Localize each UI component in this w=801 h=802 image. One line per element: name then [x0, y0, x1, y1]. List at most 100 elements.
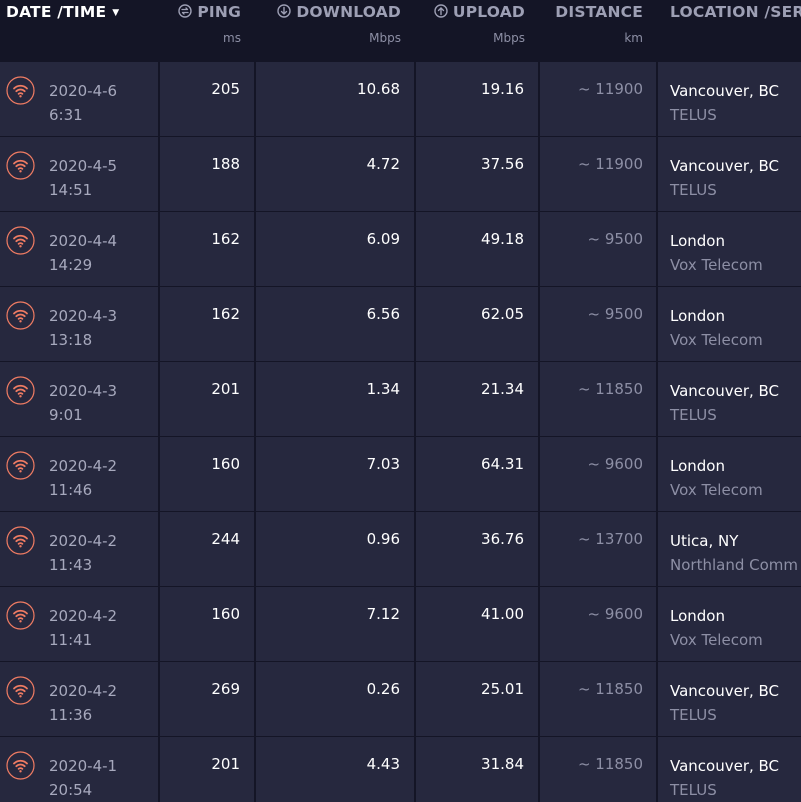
column-divider [414, 587, 416, 661]
location-cell: Vancouver, BC TELUS [670, 379, 779, 427]
row-ping: 188 [211, 155, 240, 173]
date-time-cell: 2020-4-1 20:54 [49, 754, 117, 802]
wifi-icon [6, 76, 35, 105]
column-divider [254, 137, 256, 211]
table-header: DATE /TIME ▼ PING ms DOWNLOAD Mbps UPLOA… [0, 0, 801, 61]
column-divider [656, 587, 658, 661]
row-download: 0.26 [366, 680, 400, 698]
row-city: Vancouver, BC [670, 757, 780, 775]
wifi-icon [6, 301, 35, 330]
row-download: 7.03 [366, 455, 400, 473]
column-divider [414, 437, 416, 511]
row-download: 7.12 [366, 605, 400, 623]
column-header-distance[interactable]: DISTANCE km [540, 0, 658, 61]
column-divider [254, 62, 256, 136]
row-distance: ~ 11850 [577, 680, 643, 698]
row-upload: 62.05 [481, 305, 524, 323]
date-time-cell: 2020-4-3 9:01 [49, 379, 117, 427]
column-divider [414, 662, 416, 736]
date-time-cell: 2020-4-6 6:31 [49, 79, 117, 127]
column-divider [254, 737, 256, 802]
wifi-icon [6, 226, 35, 255]
column-header-download[interactable]: DOWNLOAD Mbps [256, 0, 416, 61]
row-ping: 269 [211, 680, 240, 698]
row-distance: ~ 11900 [577, 155, 643, 173]
row-ping: 160 [211, 455, 240, 473]
wifi-icon [6, 676, 35, 705]
column-divider [158, 737, 160, 802]
row-distance: ~ 9500 [587, 305, 643, 323]
column-divider [158, 437, 160, 511]
column-header-date-time[interactable]: DATE /TIME ▼ [0, 0, 160, 61]
row-date: 2020-4-2 [49, 607, 118, 625]
ping-unit: ms [223, 31, 241, 45]
location-cell: Vancouver, BC TELUS [670, 79, 779, 127]
column-divider [656, 362, 658, 436]
date-time-cell: 2020-4-2 11:46 [49, 454, 117, 502]
column-divider [254, 212, 256, 286]
row-city: Vancouver, BC [670, 682, 780, 700]
column-divider [414, 362, 416, 436]
table-row[interactable]: 2020-4-2 11:43 244 0.96 36.76 ~ 13700 Ut… [0, 512, 801, 586]
table-row[interactable]: 2020-4-6 6:31 205 10.68 19.16 ~ 11900 Va… [0, 62, 801, 136]
row-isp: Vox Telecom [670, 631, 763, 649]
column-divider [414, 212, 416, 286]
column-divider [538, 62, 540, 136]
row-upload: 31.84 [481, 755, 524, 773]
row-upload: 49.18 [481, 230, 524, 248]
table-row[interactable]: 2020-4-2 11:41 160 7.12 41.00 ~ 9600 Lon… [0, 587, 801, 661]
row-time: 20:54 [49, 781, 93, 799]
sort-desc-icon[interactable]: ▼ [112, 8, 119, 18]
column-divider [538, 287, 540, 361]
column-header-ping[interactable]: PING ms [160, 0, 256, 61]
column-divider [158, 62, 160, 136]
date-time-header-label: DATE /TIME [6, 3, 107, 21]
column-divider [414, 512, 416, 586]
row-isp: TELUS [670, 781, 717, 799]
row-date: 2020-4-5 [49, 157, 118, 175]
row-city: Vancouver, BC [670, 157, 780, 175]
row-distance: ~ 11850 [577, 380, 643, 398]
table-row[interactable]: 2020-4-3 9:01 201 1.34 21.34 ~ 11850 Van… [0, 362, 801, 436]
table-row[interactable]: 2020-4-5 14:51 188 4.72 37.56 ~ 11900 Va… [0, 137, 801, 211]
table-row[interactable]: 2020-4-1 20:54 201 4.43 31.84 ~ 11850 Va… [0, 737, 801, 802]
row-isp: Vox Telecom [670, 481, 763, 499]
row-city: Utica, NY [670, 532, 739, 550]
column-divider [254, 587, 256, 661]
table-row[interactable]: 2020-4-2 11:46 160 7.03 64.31 ~ 9600 Lon… [0, 437, 801, 511]
row-date: 2020-4-4 [49, 232, 118, 250]
column-divider [158, 362, 160, 436]
row-date: 2020-4-2 [49, 532, 118, 550]
row-download: 1.34 [366, 380, 400, 398]
table-row[interactable]: 2020-4-3 13:18 162 6.56 62.05 ~ 9500 Lon… [0, 287, 801, 361]
row-city: London [670, 232, 725, 250]
row-time: 11:41 [49, 631, 93, 649]
table-row[interactable]: 2020-4-2 11:36 269 0.26 25.01 ~ 11850 Va… [0, 662, 801, 736]
upload-header-label: UPLOAD [452, 3, 525, 21]
distance-header-label: DISTANCE [555, 3, 643, 21]
row-upload: 21.34 [481, 380, 524, 398]
column-divider [254, 512, 256, 586]
row-ping: 162 [211, 230, 240, 248]
row-isp: TELUS [670, 106, 717, 124]
location-cell: London Vox Telecom [670, 604, 763, 652]
row-ping: 201 [211, 380, 240, 398]
column-divider [158, 287, 160, 361]
column-header-location[interactable]: LOCATION /SER [658, 0, 801, 61]
date-time-cell: 2020-4-2 11:36 [49, 679, 117, 727]
location-cell: Vancouver, BC TELUS [670, 154, 779, 202]
location-cell: Vancouver, BC TELUS [670, 754, 779, 802]
wifi-icon [6, 151, 35, 180]
date-time-cell: 2020-4-2 11:43 [49, 529, 117, 577]
table-row[interactable]: 2020-4-4 14:29 162 6.09 49.18 ~ 9500 Lon… [0, 212, 801, 286]
column-header-upload[interactable]: UPLOAD Mbps [416, 0, 540, 61]
row-date: 2020-4-6 [49, 82, 118, 100]
download-icon [277, 4, 292, 18]
column-divider [538, 737, 540, 802]
column-divider [158, 587, 160, 661]
column-divider [414, 287, 416, 361]
row-isp: Vox Telecom [670, 331, 763, 349]
column-divider [538, 662, 540, 736]
column-divider [538, 437, 540, 511]
column-divider [538, 362, 540, 436]
